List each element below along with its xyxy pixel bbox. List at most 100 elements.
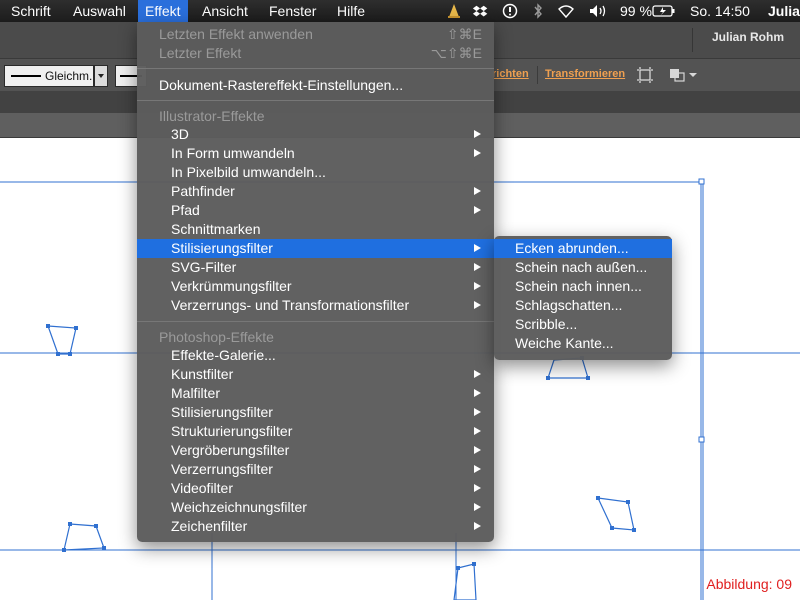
anchor-point[interactable] [586,376,590,380]
chevron-down-icon[interactable] [688,66,698,84]
anchor-point[interactable] [94,524,98,528]
sync-icon[interactable] [502,3,518,19]
anchor-handle[interactable] [698,436,705,443]
submenu-arrow-icon [474,206,481,214]
stroke-profile-select[interactable]: Gleichm. [4,65,94,87]
menu-item-vergroeberungsfilter[interactable]: Vergröberungsfilter [137,441,494,460]
user-menu[interactable]: Julia [768,0,800,22]
menu-item-label: Dokument-Rastereffekt-Einstellungen... [159,77,404,93]
submenu-item-schein-nach-aussen[interactable]: Schein nach außen... [494,258,672,277]
dropbox-icon[interactable] [472,3,488,19]
anchor-point[interactable] [596,496,600,500]
menu-item-in-pixelbild-umwandeln[interactable]: In Pixelbild umwandeln... [137,163,494,182]
menu-item-weichzeichnungsfilter[interactable]: Weichzeichnungsfilter [137,498,494,517]
submenu-arrow-icon [474,408,481,416]
menu-ansicht[interactable]: Ansicht [195,0,255,22]
menu-item-videofilter[interactable]: Videofilter [137,479,494,498]
submenu-item-schlagschatten[interactable]: Schlagschatten... [494,296,672,315]
menu-item-pfad[interactable]: Pfad [137,201,494,220]
menu-item-stilisierungsfilter-photoshop[interactable]: Stilisierungsfilter [137,403,494,422]
divider [692,28,693,52]
anchor-point[interactable] [68,522,72,526]
isolate-icon[interactable] [636,66,654,84]
volume-icon[interactable] [588,3,610,19]
menu-schrift[interactable]: Schrift [4,0,58,22]
anchor-point[interactable] [56,352,60,356]
menu-item-label: Verzerrungs- und Transformationsfilter [171,297,410,313]
bluetooth-icon[interactable] [530,3,546,19]
menu-item-schnittmarken[interactable]: Schnittmarken [137,220,494,239]
anchor-point[interactable] [46,324,50,328]
menu-item-dokument-rastereffekt-einstellungen[interactable]: Dokument-Rastereffekt-Einstellungen... [137,76,494,95]
menu-item-in-form-umwandeln[interactable]: In Form umwandeln [137,144,494,163]
anchor-point[interactable] [456,566,460,570]
menu-item-label: Verzerrungsfilter [171,461,273,477]
menu-item-label: Schnittmarken [171,221,261,237]
menu-item-malfilter[interactable]: Malfilter [137,384,494,403]
anchor-point[interactable] [632,528,636,532]
stroke-profile-dropdown-button[interactable] [94,65,108,87]
submenu-item-schein-nach-innen[interactable]: Schein nach innen... [494,277,672,296]
divider [537,66,538,84]
menu-item-verzerrungsfilter[interactable]: Verzerrungsfilter [137,460,494,479]
menu-item-label: Kunstfilter [171,366,234,382]
menu-hilfe[interactable]: Hilfe [330,0,372,22]
menu-separator [137,100,494,101]
anchor-point[interactable] [546,376,550,380]
menu-item-stilisierungsfilter[interactable]: Stilisierungsfilter [137,239,494,258]
menu-item-label: SVG-Filter [171,259,237,275]
submenu-item-weiche-kante[interactable]: Weiche Kante... [494,334,672,353]
account-name[interactable]: Julian Rohm [712,30,784,44]
menu-item-label: Videofilter [171,480,234,496]
menu-item-strukturierungsfilter[interactable]: Strukturierungsfilter [137,422,494,441]
menu-item-label: Scribble... [515,316,578,332]
submenu-arrow-icon [474,389,481,397]
anchor-point[interactable] [610,526,614,530]
menu-item-zeichenfilter[interactable]: Zeichenfilter [137,517,494,536]
menu-item-letzter-effekt: Letzter Effekt ⌥⇧⌘E [137,44,494,63]
transform-link[interactable]: Transformieren [545,68,625,80]
menu-item-label: Letzten Effekt anwenden [159,26,313,42]
anchor-point[interactable] [472,562,476,566]
anchor-point[interactable] [102,546,106,550]
menu-separator [137,321,494,322]
menu-item-kunstfilter[interactable]: Kunstfilter [137,365,494,384]
menu-effekt[interactable]: Effekt [138,0,188,22]
submenu-arrow-icon [474,446,481,454]
menu-item-verzerrungs-und-transformationsfilter[interactable]: Verzerrungs- und Transformationsfilter [137,296,494,315]
menu-item-label: Zeichenfilter [171,518,248,534]
figure-caption: Abbildung: 09 [706,576,792,592]
menu-item-label: Stilisierungsfilter [171,240,273,256]
battery-icon[interactable] [652,3,676,19]
menu-item-pathfinder[interactable]: Pathfinder [137,182,494,201]
submenu-item-scribble[interactable]: Scribble... [494,315,672,334]
anchor-point[interactable] [626,500,630,504]
arrange-icon[interactable] [668,66,686,84]
anchor-point[interactable] [62,548,66,552]
submenu-item-ecken-abrunden[interactable]: Ecken abrunden... [494,239,672,258]
menu-fenster[interactable]: Fenster [262,0,323,22]
polygon-shape[interactable] [547,357,589,379]
stroke-profile-label: Gleichm. [45,69,93,83]
submenu-arrow-icon [474,244,481,252]
cone-icon[interactable] [446,3,462,19]
menu-item-label: Schein nach innen... [515,278,642,294]
menu-item-label: 3D [171,126,189,142]
anchor-point[interactable] [74,326,78,330]
menu-auswahl[interactable]: Auswahl [66,0,133,22]
menu-item-verkruemmungsfilter[interactable]: Verkrümmungsfilter [137,277,494,296]
align-link[interactable]: richten [492,68,529,80]
wifi-icon[interactable] [558,3,574,19]
menu-item-label: Vergröberungsfilter [171,442,290,458]
submenu-arrow-icon [474,187,481,195]
menu-item-effekte-galerie[interactable]: Effekte-Galerie... [137,346,494,365]
anchor-point[interactable] [68,352,72,356]
menu-item-3d[interactable]: 3D [137,125,494,144]
menu-item-label: Letzter Effekt [159,45,242,61]
menu-item-label: Effekte-Galerie... [171,347,276,363]
menu-item-svg-filter[interactable]: SVG-Filter [137,258,494,277]
anchor-handle[interactable] [698,178,705,185]
clock[interactable]: So. 14:50 [690,0,750,22]
polygon-shape[interactable] [47,325,77,355]
menu-item-label: Malfilter [171,385,221,401]
